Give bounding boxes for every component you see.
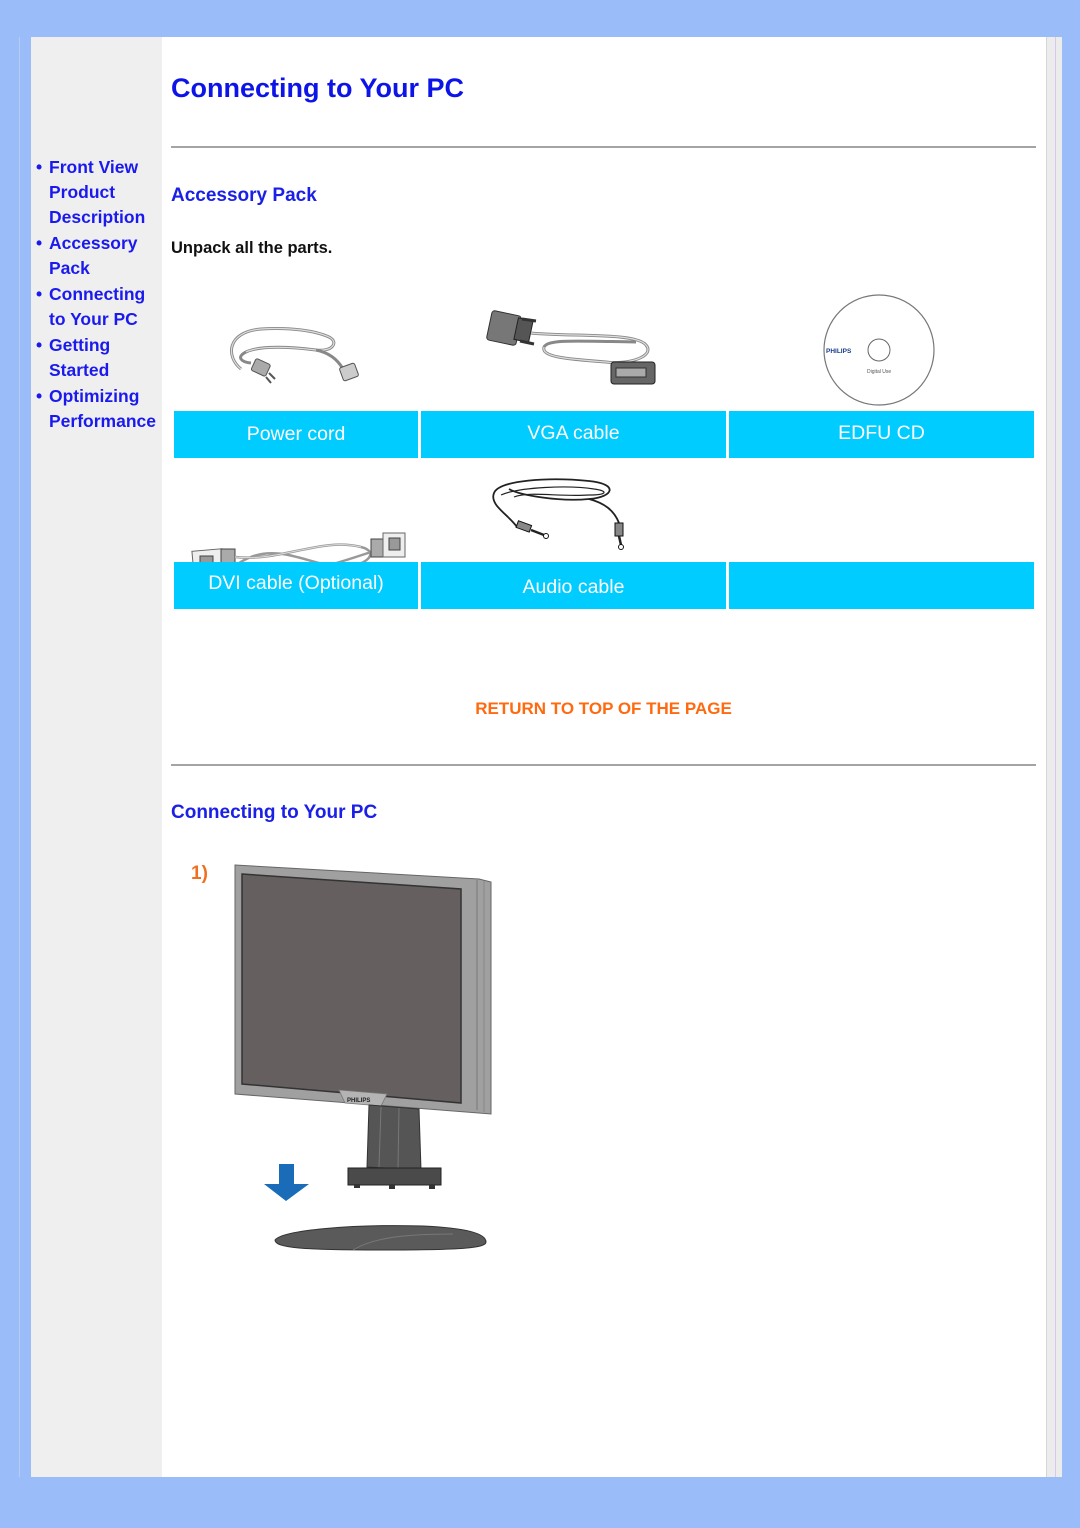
link-line: Pack: [49, 258, 90, 278]
section-heading-connecting: Connecting to Your PC: [171, 802, 378, 823]
power-cord-image: [221, 317, 371, 387]
step-number: 1): [191, 863, 208, 884]
monitor-base: [273, 1220, 488, 1252]
intro-text: Unpack all the parts.: [171, 239, 333, 257]
bullet-icon: •: [36, 157, 43, 177]
link-line: Connecting: [49, 284, 146, 304]
bullet-icon: •: [36, 386, 43, 406]
link-line: Front View: [49, 157, 139, 177]
link-line: Accessory: [49, 233, 138, 253]
link-line: to Your PC: [49, 309, 138, 329]
monitor-brand: PHILIPS: [347, 1098, 370, 1104]
cd-brand: PHILIPS: [826, 348, 852, 355]
link-line: Getting: [49, 335, 111, 355]
link-line: Optimizing: [49, 386, 140, 406]
label-empty: [729, 562, 1034, 609]
cd-image: PHILIPS Digital Use: [821, 292, 937, 408]
link-line: Performance: [49, 411, 156, 431]
page: • Front View Product Description • Acces…: [31, 37, 1046, 1477]
bullet-icon: •: [36, 233, 43, 253]
main-content: Connecting to Your PC Accessory Pack Unp…: [171, 37, 1036, 1477]
vga-cable-image: [486, 307, 666, 392]
sidebar-link-optimizing[interactable]: Optimizing Performance: [49, 386, 156, 431]
divider: [171, 764, 1036, 766]
cd-text: Digital Use: [867, 369, 891, 375]
link-line: Started: [49, 360, 110, 380]
sidebar: • Front View Product Description • Acces…: [31, 37, 162, 1477]
sidebar-item-accessory-pack[interactable]: • Accessory Pack: [36, 231, 156, 281]
label-audio-cable: Audio cable: [421, 562, 726, 609]
frame-border: [19, 37, 20, 1477]
scrollbar-track-line: [1055, 37, 1056, 1477]
label-edfu-cd: EDFU CD: [729, 411, 1034, 458]
bullet-icon: •: [36, 284, 43, 304]
sidebar-nav: • Front View Product Description • Acces…: [36, 155, 156, 435]
audio-cable-image: [489, 475, 639, 550]
section-heading-accessory-pack: Accessory Pack: [171, 185, 317, 206]
sidebar-link-front-view[interactable]: Front View Product Description: [49, 157, 145, 227]
label-power-cord: Power cord: [174, 411, 418, 458]
sidebar-item-front-view[interactable]: • Front View Product Description: [36, 155, 156, 230]
scrollbar[interactable]: [1046, 37, 1062, 1477]
label-dvi-cable: DVI cable (Optional): [174, 562, 418, 609]
sidebar-link-getting-started[interactable]: Getting Started: [49, 335, 110, 380]
sidebar-link-connecting[interactable]: Connecting to Your PC: [49, 284, 145, 329]
sidebar-item-connecting[interactable]: • Connecting to Your PC: [36, 282, 156, 332]
arrow-down-icon: [264, 1164, 310, 1204]
bullet-icon: •: [36, 335, 43, 355]
divider: [171, 146, 1036, 148]
sidebar-item-optimizing[interactable]: • Optimizing Performance: [36, 384, 156, 434]
link-line: Product: [49, 182, 116, 202]
return-to-top-link[interactable]: RETURN TO TOP OF THE PAGE: [171, 699, 1036, 719]
label-vga-cable: VGA cable: [421, 411, 726, 458]
page-title: Connecting to Your PC: [171, 73, 464, 103]
sidebar-item-getting-started[interactable]: • Getting Started: [36, 333, 156, 383]
link-line: Description: [49, 207, 146, 227]
sidebar-link-accessory-pack[interactable]: Accessory Pack: [49, 233, 138, 278]
